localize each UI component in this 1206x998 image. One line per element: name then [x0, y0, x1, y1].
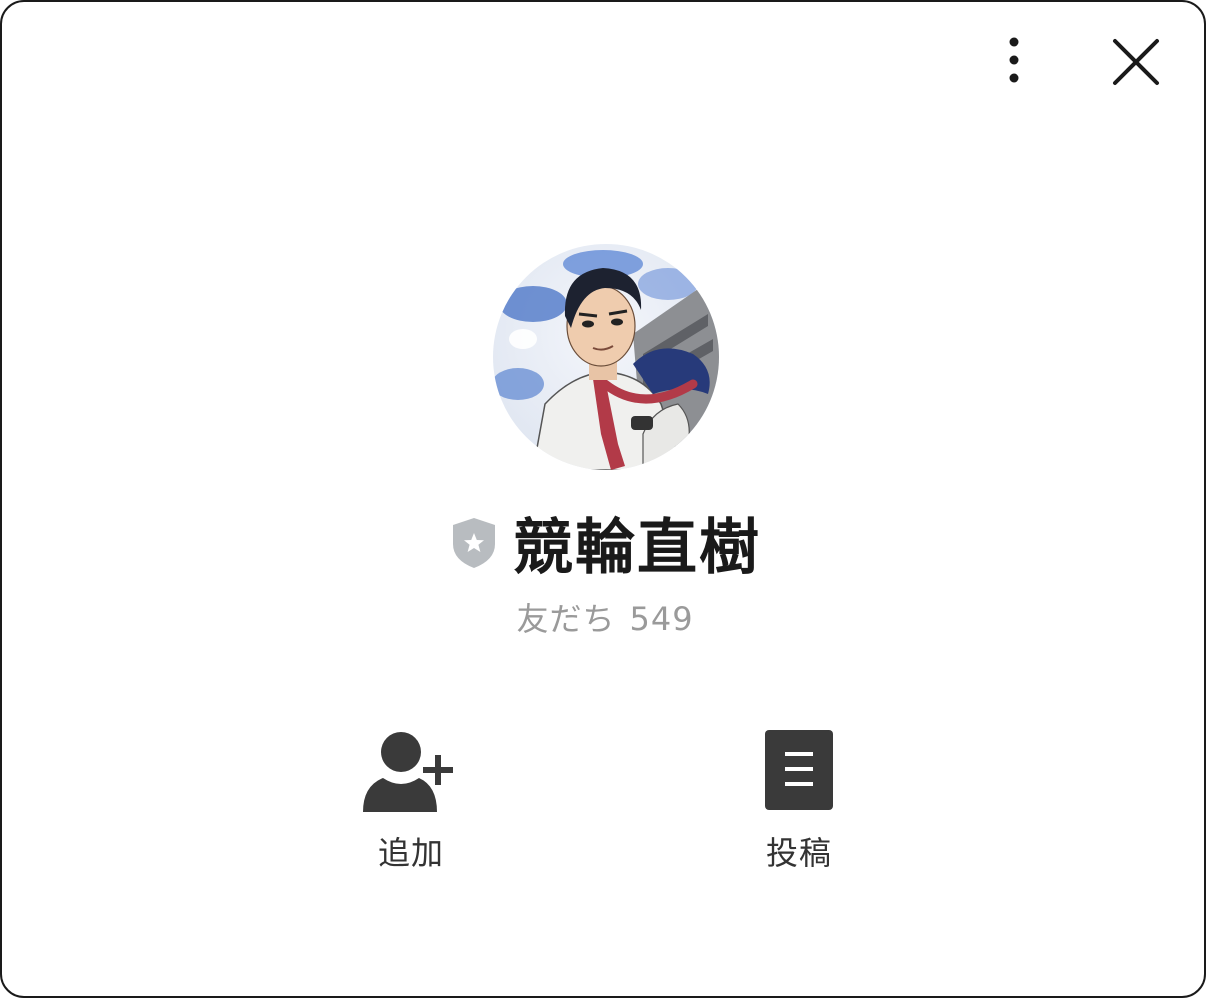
profile-name-row: 競輪直樹: [2, 502, 1206, 583]
posts-button[interactable]: 投稿: [719, 728, 879, 878]
posts-label: 投稿: [765, 834, 832, 872]
add-friend-icon: [363, 732, 453, 812]
profile-card: 競輪直樹 友だち 549 追加 投稿: [0, 0, 1206, 998]
close-button[interactable]: [1106, 32, 1166, 92]
friends-number: 549: [629, 600, 694, 638]
more-vertical-icon: [1009, 37, 1019, 83]
posts-icon: [765, 730, 833, 810]
friends-label: 友だち: [516, 600, 616, 638]
more-options-button[interactable]: [992, 32, 1036, 88]
avatar-illustration: [493, 244, 719, 470]
add-friend-button[interactable]: 追加: [331, 728, 491, 878]
profile-name: 競輪直樹: [513, 512, 761, 583]
friends-count: 友だち 549: [2, 594, 1206, 640]
add-friend-label: 追加: [377, 834, 444, 872]
shield-star-icon: [453, 518, 495, 568]
close-icon: [1113, 39, 1159, 85]
avatar[interactable]: [493, 244, 719, 470]
